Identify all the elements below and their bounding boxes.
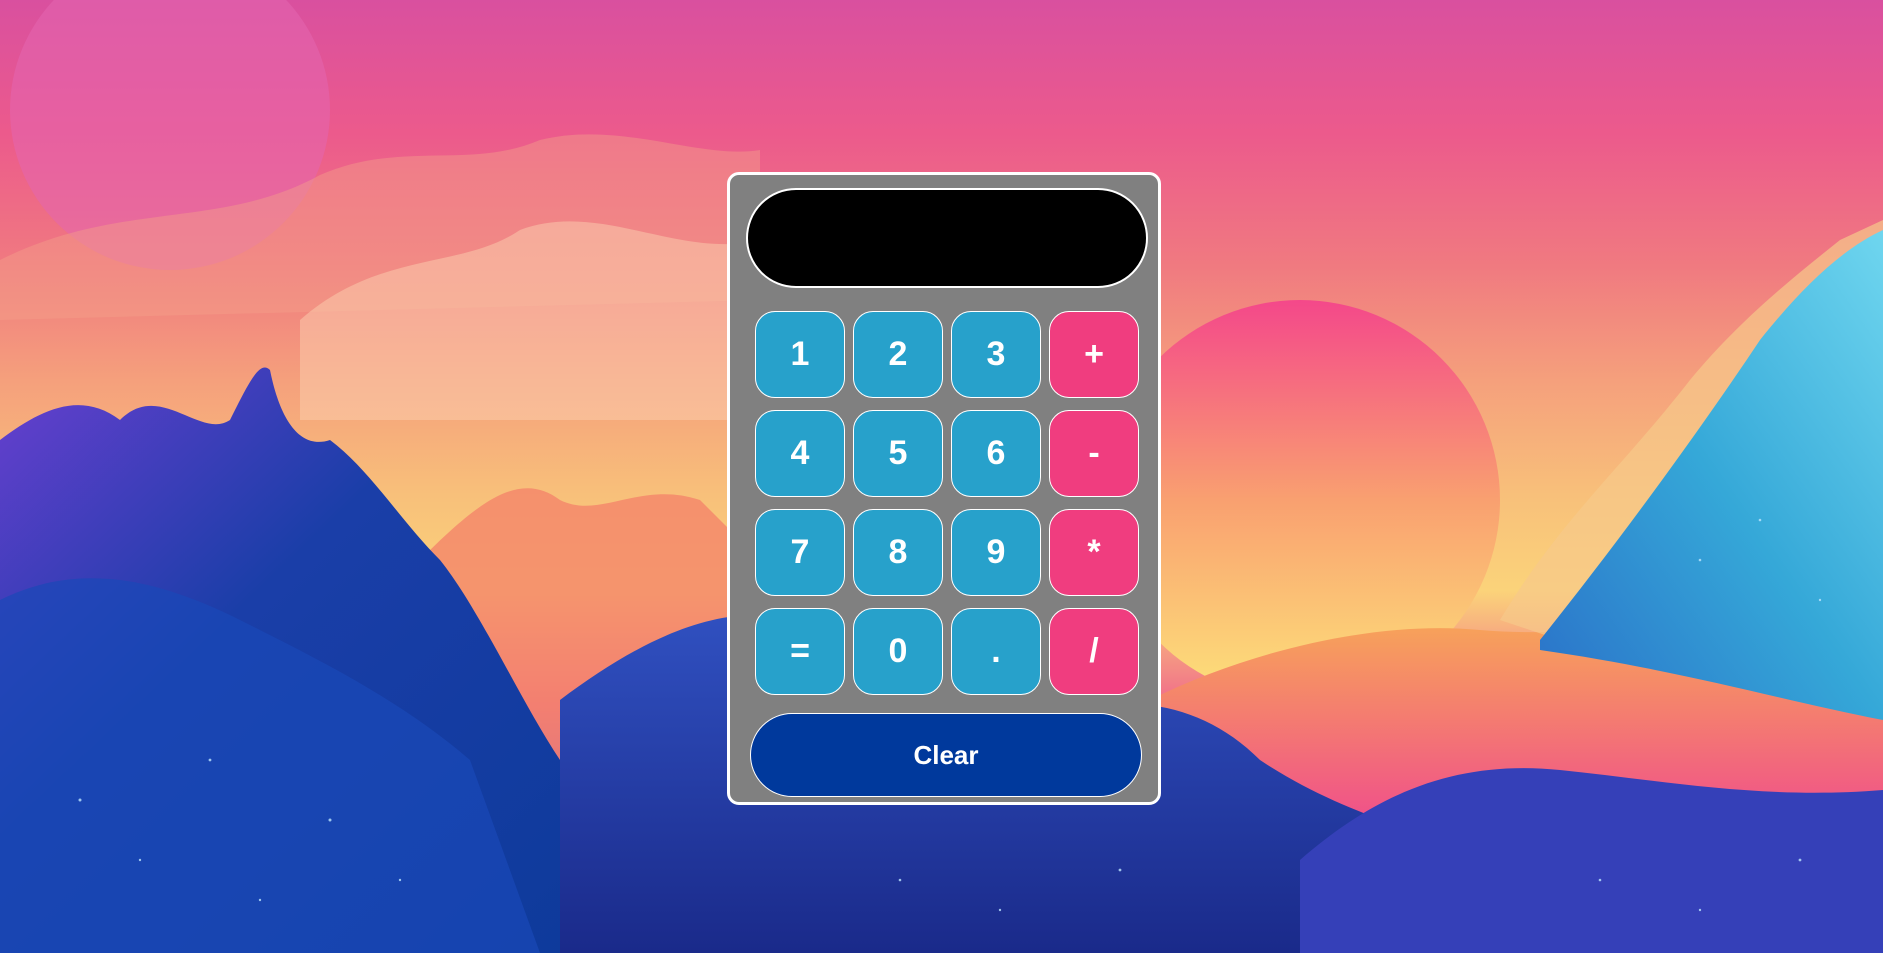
calculator-display <box>746 188 1148 288</box>
clear-button[interactable]: Clear <box>750 713 1142 797</box>
key-8[interactable]: 8 <box>853 509 943 596</box>
key-4[interactable]: 4 <box>755 410 845 497</box>
calculator: 1 2 3 + 4 5 6 - 7 8 9 * = 0 . / Clear <box>727 172 1161 805</box>
key-equals[interactable]: = <box>755 608 845 695</box>
key-5[interactable]: 5 <box>853 410 943 497</box>
key-divide[interactable]: / <box>1049 608 1139 695</box>
key-1[interactable]: 1 <box>755 311 845 398</box>
key-plus[interactable]: + <box>1049 311 1139 398</box>
keypad: 1 2 3 + 4 5 6 - 7 8 9 * = 0 . / <box>755 311 1143 695</box>
key-6[interactable]: 6 <box>951 410 1041 497</box>
key-decimal[interactable]: . <box>951 608 1041 695</box>
key-multiply[interactable]: * <box>1049 509 1139 596</box>
mountain-wallpaper-background: 1 2 3 + 4 5 6 - 7 8 9 * = 0 . / Clear <box>0 0 1883 953</box>
key-9[interactable]: 9 <box>951 509 1041 596</box>
key-3[interactable]: 3 <box>951 311 1041 398</box>
key-0[interactable]: 0 <box>853 608 943 695</box>
key-2[interactable]: 2 <box>853 311 943 398</box>
key-7[interactable]: 7 <box>755 509 845 596</box>
key-minus[interactable]: - <box>1049 410 1139 497</box>
